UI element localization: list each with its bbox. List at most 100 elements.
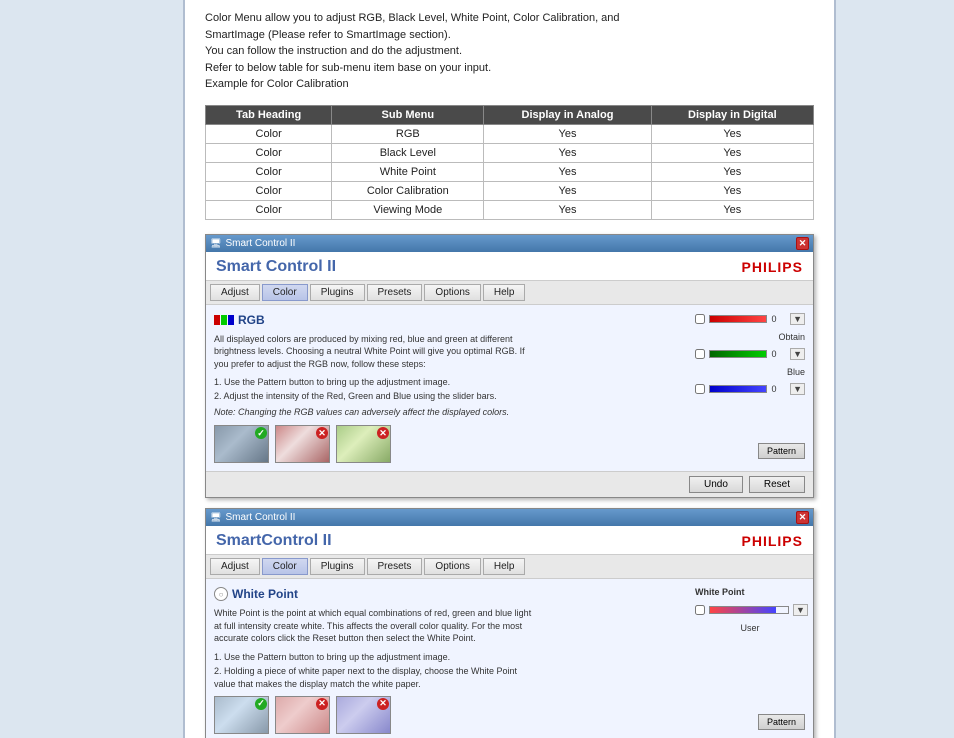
wp-slider-arrow[interactable]: ▼ [793, 604, 808, 616]
thumb-check-red2-wp: ✕ [377, 698, 389, 710]
sc-thumbnails-wp: ✓ ✕ ✕ [214, 696, 687, 734]
slider-red-arrow[interactable]: ▼ [790, 313, 805, 325]
thumb-check-red1-wp: ✕ [316, 698, 328, 710]
nav-help-rgb[interactable]: Help [483, 284, 526, 301]
slider-red-checkbox[interactable] [695, 314, 705, 324]
section-title-text-wp: White Point [232, 587, 298, 601]
sc-main-area-wp: ○ White Point White Point is the point a… [214, 587, 805, 733]
slider-blue: 0 ▼ [695, 383, 805, 395]
slider-blue-bar[interactable] [709, 385, 767, 393]
thumb-red-rgb: ✕ [275, 425, 330, 463]
col-tab-heading: Tab Heading [206, 105, 332, 124]
titlebar-wp: 🖥 Smart Control II ✕ [206, 509, 813, 526]
section-title-text-rgb: RGB [238, 313, 265, 327]
pattern-button-wp[interactable]: Pattern [758, 714, 805, 730]
wp-slider-title: White Point [695, 587, 745, 597]
col-sub-menu: Sub Menu [332, 105, 484, 124]
sc-main-area-rgb: RGB All displayed colors are produced by… [214, 313, 805, 464]
sc-right-rgb: 0 ▼ Obtain 0 ▼ Blue 0 ▼ [695, 313, 805, 464]
close-button-wp[interactable]: ✕ [796, 511, 809, 524]
wp-slider-fill [710, 607, 776, 613]
right-panel [834, 0, 954, 738]
rgb-red-bar [214, 315, 220, 325]
sc-description-wp: White Point is the point at which equal … [214, 607, 534, 645]
thumb-yellow-rgb: ✕ [336, 425, 391, 463]
wp-slider-checkbox[interactable] [695, 605, 705, 615]
intro-line2: SmartImage (Please refer to SmartImage s… [205, 27, 814, 44]
nav-presets-wp[interactable]: Presets [367, 558, 423, 575]
slider-blue-label: Blue [695, 367, 805, 377]
titlebar-icon: 🖥 [210, 238, 221, 249]
sc-header-wp: SmartControl II PHILIPS [206, 526, 813, 555]
sc-right-wp: White Point ▼ User Pattern [695, 587, 805, 733]
table-row: ColorRGBYesYes [206, 124, 814, 143]
nav-plugins-rgb[interactable]: Plugins [310, 284, 365, 301]
sc-body-wp: ○ White Point White Point is the point a… [206, 579, 813, 738]
sc-nav-wp: Adjust Color Plugins Presets Options Hel… [206, 555, 813, 579]
nav-adjust-wp[interactable]: Adjust [210, 558, 260, 575]
slider-red: 0 ▼ [695, 313, 805, 325]
nav-options-wp[interactable]: Options [424, 558, 480, 575]
sc-thumbnails-rgb: ✓ ✕ ✕ [214, 425, 687, 463]
sc-note-rgb: Note: Changing the RGB values can advers… [214, 407, 687, 417]
col-analog: Display in Analog [484, 105, 651, 124]
titlebar-text: Smart Control II [225, 238, 295, 249]
slider-obtain-bar[interactable] [709, 350, 767, 358]
intro-line4: Refer to below table for sub-menu item b… [205, 60, 814, 77]
table-row: ColorWhite PointYesYes [206, 162, 814, 181]
titlebar-rgb: 🖥 Smart Control II ✕ [206, 235, 813, 252]
philips-logo-wp: PHILIPS [742, 533, 803, 549]
nav-color-wp[interactable]: Color [262, 558, 308, 575]
sc-description-rgb: All displayed colors are produced by mix… [214, 333, 534, 371]
thumb-blue-wp: ✕ [336, 696, 391, 734]
titlebar-icon-wp: 🖥 [210, 512, 221, 523]
wp-slider-bar[interactable] [709, 606, 789, 614]
nav-presets-rgb[interactable]: Presets [367, 284, 423, 301]
thumb-normal-rgb: ✓ [214, 425, 269, 463]
table-row: ColorBlack LevelYesYes [206, 143, 814, 162]
table-row: ColorColor CalibrationYesYes [206, 181, 814, 200]
sc-title-rgb: Smart Control II [216, 258, 336, 276]
intro-text: Color Menu allow you to adjust RGB, Blac… [205, 10, 814, 93]
slider-obtain-label: Obtain [695, 332, 805, 342]
close-button-rgb[interactable]: ✕ [796, 237, 809, 250]
thumb-normal-wp: ✓ [214, 696, 269, 734]
titlebar-text-wp: Smart Control II [225, 512, 295, 523]
left-panel [0, 0, 185, 738]
pattern-button-rgb[interactable]: Pattern [758, 443, 805, 459]
slider-blue-arrow[interactable]: ▼ [790, 383, 805, 395]
main-content: Color Menu allow you to adjust RGB, Blac… [185, 0, 834, 738]
wp-user-label: User [695, 623, 805, 633]
nav-help-wp[interactable]: Help [483, 558, 526, 575]
sc-footer-rgb: Undo Reset [206, 471, 813, 497]
undo-button-rgb[interactable]: Undo [689, 476, 743, 493]
nav-color-rgb[interactable]: Color [262, 284, 308, 301]
nav-adjust-rgb[interactable]: Adjust [210, 284, 260, 301]
slider-blue-checkbox[interactable] [695, 384, 705, 394]
thumb-pink-wp: ✕ [275, 696, 330, 734]
intro-line5: Example for Color Calibration [205, 76, 814, 93]
wp-icon: ○ [214, 587, 228, 601]
sc-body-rgb: RGB All displayed colors are produced by… [206, 305, 813, 472]
rgb-green-bar [221, 315, 227, 325]
slider-blue-val: 0 [771, 384, 786, 394]
intro-line3: You can follow the instruction and do th… [205, 43, 814, 60]
nav-options-rgb[interactable]: Options [424, 284, 480, 301]
sc-instructions-wp: 1. Use the Pattern button to bring up th… [214, 651, 534, 692]
slider-obtain-checkbox[interactable] [695, 349, 705, 359]
nav-plugins-wp[interactable]: Plugins [310, 558, 365, 575]
sc-left-rgb: RGB All displayed colors are produced by… [214, 313, 687, 464]
smartcontrol-rgb-window: 🖥 Smart Control II ✕ Smart Control II PH… [205, 234, 814, 499]
info-table: Tab Heading Sub Menu Display in Analog D… [205, 105, 814, 220]
col-digital: Display in Digital [651, 105, 813, 124]
rgb-blue-bar [228, 315, 234, 325]
slider-obtain-val: 0 [771, 349, 786, 359]
slider-red-bar[interactable] [709, 315, 767, 323]
section-title-wp: ○ White Point [214, 587, 687, 601]
slider-obtain-arrow[interactable]: ▼ [790, 348, 805, 360]
wp-slider-row: ▼ [695, 604, 808, 616]
reset-button-rgb[interactable]: Reset [749, 476, 805, 493]
smartcontrol-wp-window: 🖥 Smart Control II ✕ SmartControl II PHI… [205, 508, 814, 738]
slider-red-val: 0 [771, 314, 786, 324]
section-title-rgb: RGB [214, 313, 687, 327]
